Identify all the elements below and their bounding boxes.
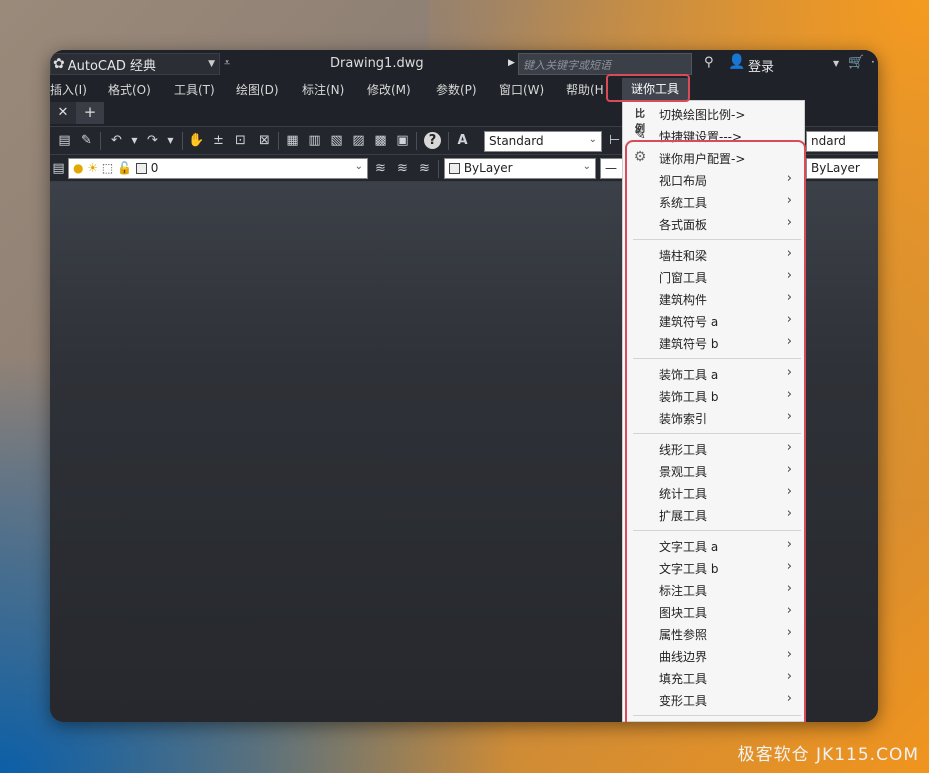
login-link[interactable]: 登录	[748, 56, 774, 75]
help-icon[interactable]: ?	[424, 132, 441, 149]
title-bar: ✿ AutoCAD 经典 ▼ ⩡ Drawing1.dwg ▶ 键入关键字或短语…	[50, 50, 878, 78]
linetype-select-left[interactable]: —	[600, 158, 622, 179]
search-input[interactable]: 键入关键字或短语	[518, 53, 692, 75]
dim-style-value: ndard	[811, 134, 846, 148]
layer-state-icon[interactable]: ≋	[416, 160, 433, 177]
watermark: 极客软仓 JK115.COM	[737, 745, 919, 765]
autocad-window: ✿ AutoCAD 经典 ▼ ⩡ Drawing1.dwg ▶ 键入关键字或短语…	[50, 50, 878, 722]
undo-icon[interactable]: ↶	[108, 132, 125, 149]
color-select[interactable]: ByLayer ⌄	[444, 158, 596, 179]
freeze-viewport-icon: ⬚	[101, 161, 114, 175]
linetype-line-icon: —	[605, 161, 617, 175]
binoculars-icon[interactable]: ⚲	[704, 55, 714, 70]
workspace-selector[interactable]: ✿ AutoCAD 经典 ▼	[50, 53, 220, 75]
quick-access-dropdown-icon[interactable]: ⩡	[224, 56, 230, 70]
menu-item-label: 切换绘图比例->	[659, 108, 746, 122]
new-tab-button[interactable]: +	[76, 102, 104, 124]
lineweight-value: ByLayer	[811, 161, 860, 175]
user-icon[interactable]: 👤	[728, 54, 745, 70]
sheet-set-icon[interactable]: ▨	[350, 132, 367, 149]
menu-bar: 插入(I) 格式(O) 工具(T) 绘图(D) 标注(N) 修改(M) 参数(P…	[50, 78, 878, 100]
block-editor-icon[interactable]: ✎	[78, 132, 95, 149]
menu-insert[interactable]: 插入(I)	[50, 81, 87, 98]
document-title: Drawing1.dwg	[330, 56, 424, 71]
separator	[278, 132, 279, 150]
menu-format[interactable]: 格式(O)	[108, 81, 151, 98]
properties-icon[interactable]: ▦	[284, 132, 301, 149]
menu-tools[interactable]: 工具(T)	[174, 81, 215, 98]
chevron-down-icon: ⌄	[582, 161, 591, 172]
chevron-down-icon: ⌄	[588, 134, 597, 145]
menu-highlight-box	[606, 74, 690, 102]
zoom-window-icon[interactable]: ⊡	[232, 132, 249, 149]
make-current-layer-icon[interactable]: ≋	[372, 160, 389, 177]
dim-style-icon[interactable]: ⊢	[606, 132, 623, 149]
color-value: ByLayer	[463, 161, 513, 175]
text-style-value: Standard	[489, 134, 544, 148]
tool-palettes-icon[interactable]: ▧	[328, 132, 345, 149]
close-tab-icon[interactable]: ✕	[50, 102, 76, 124]
separator	[100, 132, 101, 150]
cart-icon[interactable]: 🛒	[848, 55, 864, 70]
sun-icon: ☀	[87, 161, 99, 175]
layer-previous-icon[interactable]: ≋	[394, 160, 411, 177]
text-style-select[interactable]: Standard ⌄	[484, 131, 602, 152]
layer-properties-icon[interactable]: ▤	[50, 160, 67, 177]
design-center-icon[interactable]: ▥	[306, 132, 323, 149]
pan-hand-icon[interactable]: ✋	[188, 132, 205, 149]
separator	[438, 160, 439, 178]
workspace-name: AutoCAD 经典	[67, 58, 157, 74]
triangle-right-icon: ▶	[508, 58, 515, 68]
scale-icon: 比例	[635, 109, 645, 135]
lock-icon: 🔓	[117, 161, 133, 175]
lineweight-select[interactable]: ByLayer	[806, 158, 878, 179]
account-dropdown-icon[interactable]: ▼	[833, 59, 839, 68]
menu-parametric[interactable]: 参数(P)	[436, 81, 477, 98]
gear-icon: ✿	[53, 56, 65, 72]
more-icon[interactable]: ·	[871, 55, 875, 69]
text-style-icon[interactable]: A	[454, 132, 471, 149]
match-properties-icon[interactable]: ▤	[56, 132, 73, 149]
separator	[182, 132, 183, 150]
zoom-extents-icon[interactable]: ⊠	[256, 132, 273, 149]
calculator-icon[interactable]: ▣	[394, 132, 411, 149]
menu-dimension[interactable]: 标注(N)	[302, 81, 344, 98]
chevron-down-icon: ⌄	[354, 161, 363, 172]
redo-icon[interactable]: ↷	[144, 132, 161, 149]
dropdown-highlight-box	[625, 140, 806, 722]
menu-window[interactable]: 窗口(W)	[499, 81, 544, 98]
undo-dropdown-icon[interactable]: ▼	[126, 132, 143, 149]
menu-item-switch-scale[interactable]: 比例 切换绘图比例->	[623, 103, 806, 135]
redo-dropdown-icon[interactable]: ▼	[162, 132, 179, 149]
separator	[448, 132, 449, 150]
menu-help[interactable]: 帮助(H	[566, 81, 604, 98]
chevron-down-icon: ▼	[208, 59, 215, 69]
layer-value: 0	[150, 161, 159, 175]
zoom-realtime-icon[interactable]: ±	[210, 132, 227, 149]
dim-style-select[interactable]: ndard	[806, 131, 878, 152]
color-swatch-icon	[449, 163, 460, 174]
menu-draw[interactable]: 绘图(D)	[236, 81, 279, 98]
layer-select[interactable]: ● ☀ ⬚ 🔓 0 ⌄	[68, 158, 368, 179]
separator	[416, 132, 417, 150]
menu-modify[interactable]: 修改(M)	[367, 81, 411, 98]
color-swatch-icon	[135, 163, 147, 174]
markup-icon[interactable]: ▩	[372, 132, 389, 149]
lightbulb-icon: ●	[73, 161, 84, 175]
